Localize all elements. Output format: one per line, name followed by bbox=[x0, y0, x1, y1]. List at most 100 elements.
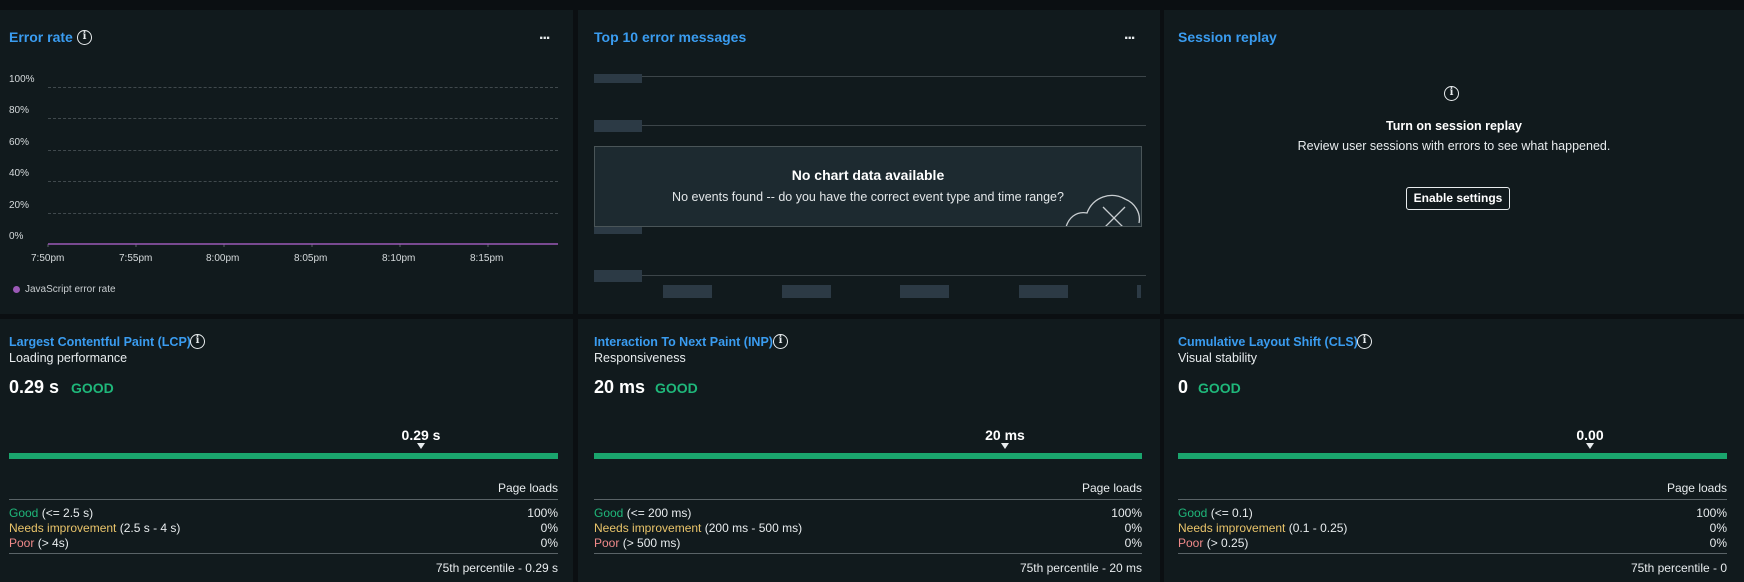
no-data-message: No chart data available No events found … bbox=[594, 146, 1142, 227]
row-label: Poor bbox=[9, 536, 35, 550]
row-needs-improvement: Needs improvement (200 ms - 500 ms) bbox=[594, 521, 802, 535]
row-label: Good bbox=[9, 506, 39, 520]
row-pct: 0% bbox=[1709, 536, 1727, 550]
lcp-progress-bar bbox=[9, 453, 558, 459]
row-label: Good bbox=[594, 506, 624, 520]
skeleton-bar bbox=[1137, 285, 1141, 298]
skeleton-bar bbox=[594, 270, 642, 282]
inp-subtitle: Responsiveness bbox=[594, 351, 686, 365]
row-range: (<= 2.5 s) bbox=[41, 506, 94, 520]
percentile-footer: 75th percentile - 20 ms bbox=[1019, 561, 1142, 575]
inp-value: 20 ms bbox=[594, 377, 646, 397]
skeleton-bar bbox=[594, 120, 642, 132]
error-rate-panel: Error rate i ... 100% 80% 60% 40% 20% 0%… bbox=[0, 10, 573, 314]
legend-label: JavaScript error rate bbox=[25, 284, 116, 295]
skeleton-line bbox=[642, 125, 1146, 126]
skeleton-bar bbox=[782, 285, 831, 298]
inp-title[interactable]: Interaction To Next Paint (INP) bbox=[594, 335, 773, 349]
cls-progress-bar bbox=[1178, 453, 1727, 459]
row-pct: 100% bbox=[527, 506, 558, 520]
percentile-footer: 75th percentile - 0 bbox=[1630, 561, 1727, 575]
info-icon[interactable]: i bbox=[1357, 334, 1372, 349]
cls-subtitle: Visual stability bbox=[1178, 351, 1257, 365]
cls-marker bbox=[1586, 443, 1594, 449]
x-tick-label: 8:15pm bbox=[470, 253, 504, 264]
lcp-value: 0.29 s bbox=[9, 377, 60, 397]
inp-panel: Interaction To Next Paint (INP) i Respon… bbox=[578, 319, 1160, 582]
row-range: (<= 200 ms) bbox=[626, 506, 692, 520]
skeleton-bar bbox=[663, 285, 712, 298]
more-options-icon[interactable]: ... bbox=[1124, 26, 1135, 44]
row-pct: 100% bbox=[1696, 506, 1727, 520]
divider bbox=[594, 499, 1142, 500]
x-tick-label: 7:55pm bbox=[119, 253, 153, 264]
row-range: (0.1 - 0.25) bbox=[1288, 521, 1348, 535]
divider bbox=[1178, 553, 1727, 554]
session-replay-heading: Turn on session replay bbox=[1386, 119, 1522, 133]
error-rate-series-svg bbox=[47, 243, 558, 247]
divider bbox=[9, 553, 558, 554]
divider bbox=[9, 499, 558, 500]
row-range: (200 ms - 500 ms) bbox=[704, 521, 803, 535]
info-icon[interactable]: i bbox=[773, 334, 788, 349]
row-label: Needs improvement bbox=[594, 521, 702, 535]
cls-marker-label: 0.00 bbox=[1576, 427, 1604, 443]
skeleton-line bbox=[642, 76, 1146, 77]
lcp-panel: Largest Contentful Paint (LCP) i Loading… bbox=[0, 319, 573, 582]
row-good: Good (<= 200 ms) bbox=[594, 506, 691, 520]
cls-value: 0 bbox=[1178, 377, 1189, 397]
top-errors-title[interactable]: Top 10 error messages bbox=[594, 29, 746, 45]
lcp-subtitle: Loading performance bbox=[9, 351, 128, 365]
session-replay-title[interactable]: Session replay bbox=[1178, 29, 1277, 45]
x-tick-label: 7:50pm bbox=[31, 253, 65, 264]
row-poor: Poor (> 500 ms) bbox=[594, 536, 680, 550]
info-icon: i bbox=[1444, 86, 1459, 101]
info-icon[interactable]: i bbox=[190, 334, 205, 349]
row-pct: 0% bbox=[540, 521, 558, 535]
skeleton-bar bbox=[594, 74, 642, 83]
cls-title[interactable]: Cumulative Layout Shift (CLS) bbox=[1178, 335, 1358, 349]
row-good: Good (<= 2.5 s) bbox=[9, 506, 93, 520]
x-tick-label: 8:10pm bbox=[382, 253, 416, 264]
chart-legend[interactable]: JavaScript error rate bbox=[13, 284, 116, 295]
page-loads-header: Page loads bbox=[1081, 481, 1142, 495]
row-label: Poor bbox=[594, 536, 620, 550]
lcp-marker-label: 0.29 s bbox=[401, 427, 441, 443]
row-range: (2.5 s - 4 s) bbox=[119, 521, 181, 535]
no-data-title: No chart data available bbox=[791, 167, 945, 183]
lcp-rating: GOOD bbox=[71, 380, 114, 396]
skeleton-line bbox=[642, 275, 1146, 276]
row-pct: 0% bbox=[1124, 521, 1142, 535]
row-label: Poor bbox=[1178, 536, 1204, 550]
lcp-title[interactable]: Largest Contentful Paint (LCP) bbox=[9, 335, 191, 349]
skeleton-bar bbox=[1019, 285, 1068, 298]
session-replay-panel: Session replay i Turn on session replay … bbox=[1164, 10, 1744, 314]
lcp-marker bbox=[417, 443, 425, 449]
row-pct: 100% bbox=[1111, 506, 1142, 520]
x-tick-label: 8:05pm bbox=[294, 253, 328, 264]
legend-swatch bbox=[13, 286, 20, 293]
row-needs-improvement: Needs improvement (0.1 - 0.25) bbox=[1178, 521, 1347, 535]
divider bbox=[594, 553, 1142, 554]
row-range: (> 500 ms) bbox=[622, 536, 681, 550]
page-loads-header: Page loads bbox=[497, 481, 558, 495]
x-tick-label: 8:00pm bbox=[206, 253, 240, 264]
session-replay-description: Review user sessions with errors to see … bbox=[1297, 139, 1611, 153]
percentile-footer: 75th percentile - 0.29 s bbox=[435, 561, 558, 575]
row-needs-improvement: Needs improvement (2.5 s - 4 s) bbox=[9, 521, 180, 535]
enable-settings-button[interactable]: Enable settings bbox=[1406, 187, 1510, 210]
row-label: Needs improvement bbox=[9, 521, 117, 535]
row-range: (> 0.25) bbox=[1206, 536, 1249, 550]
row-poor: Poor (> 4s) bbox=[9, 536, 69, 550]
cls-panel: Cumulative Layout Shift (CLS) i Visual s… bbox=[1164, 319, 1744, 582]
page-loads-header: Page loads bbox=[1666, 481, 1727, 495]
row-range: (> 4s) bbox=[37, 536, 69, 550]
inp-marker bbox=[1001, 443, 1009, 449]
row-label: Good bbox=[1178, 506, 1208, 520]
cls-rating: GOOD bbox=[1198, 380, 1241, 396]
skeleton-bar bbox=[900, 285, 949, 298]
inp-marker-label: 20 ms bbox=[985, 427, 1025, 443]
divider bbox=[1178, 499, 1727, 500]
error-rate-chart: 100% 80% 60% 40% 20% 0% 7:50pm 7:55pm 8:… bbox=[0, 10, 573, 314]
no-data-subtitle: No events found -- do you have the corre… bbox=[672, 190, 1064, 204]
